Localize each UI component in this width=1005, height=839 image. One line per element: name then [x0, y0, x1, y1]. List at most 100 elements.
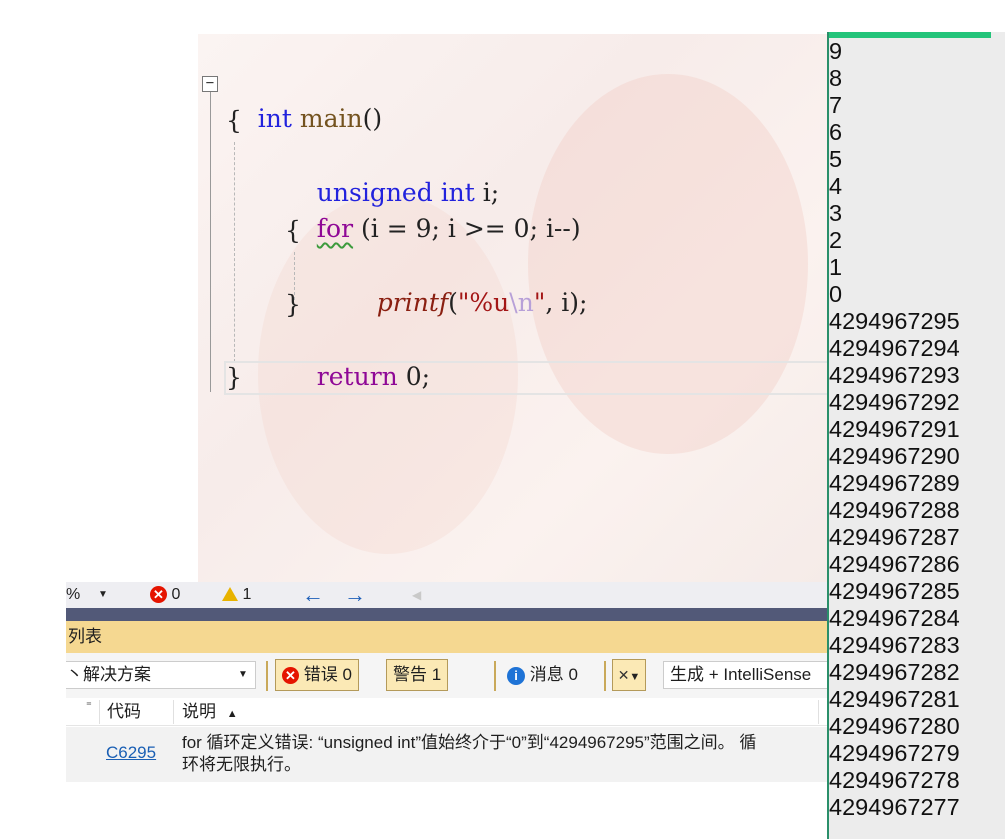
errors-filter-button[interactable]: ✕ 错误 0 — [275, 659, 359, 691]
code-line: { — [226, 104, 242, 138]
warning-count: 1 — [242, 586, 252, 603]
console-line: 4294967285 — [829, 578, 960, 604]
chevron-down-icon: ▼ — [238, 669, 248, 680]
string-literal: " — [533, 288, 546, 317]
console-line: 4294967284 — [829, 605, 960, 631]
console-line: 3 — [829, 200, 843, 226]
console-line: 4 — [829, 173, 843, 199]
console-line: 4294967291 — [829, 416, 960, 442]
zoom-dropdown[interactable]: % ▼ — [66, 582, 110, 608]
console-line: 4294967295 — [829, 308, 960, 334]
scope-dropdown[interactable]: 丶解决方案 ▼ — [66, 661, 256, 689]
console-line: 4294967294 — [829, 335, 960, 361]
column-divider — [818, 700, 819, 724]
code-line: int main() — [226, 68, 382, 133]
toolbar-separator — [604, 661, 606, 691]
string-literal: %u — [469, 288, 510, 317]
build-source-value: 生成 + IntelliSense — [670, 665, 812, 684]
toolbar-separator — [494, 661, 496, 691]
string-literal: " — [457, 288, 470, 317]
column-header-description[interactable]: 说明 ▲ — [182, 698, 238, 726]
column-divider — [173, 700, 174, 724]
console-line: 4294967290 — [829, 443, 960, 469]
error-list-title-bar[interactable]: 列表 — [66, 608, 827, 653]
sort-ascending-icon: ▲ — [226, 708, 238, 720]
console-line: 1 — [829, 254, 843, 280]
console-line: 4294967287 — [829, 524, 960, 550]
build-source-dropdown[interactable]: 生成 + IntelliSense — [663, 661, 827, 689]
escape-sequence: \n — [509, 288, 534, 317]
console-line: 4294967279 — [829, 740, 960, 766]
table-row[interactable]: C6295 for 循环定义错误: “unsigned int”值始终介于“0”… — [66, 727, 827, 782]
column-header-code[interactable]: 代码 — [107, 698, 141, 726]
error-code-link[interactable]: C6295 — [106, 743, 156, 763]
error-icon: ✕ — [150, 586, 167, 604]
filter-icon: ✕ — [617, 667, 630, 683]
console-output: 9 8 7 6 5 4 3 2 1 0 4294967295 4294967294 4294967293… — [829, 38, 960, 821]
console-line: 4294967277 — [829, 794, 960, 820]
error-list-toolbar: 丶解决方案 ▼ ✕ 错误 0 警告 1 i 消息 0 ✕▼ 生成 + Intel… — [66, 653, 827, 698]
code-text: } — [226, 363, 242, 392]
console-line: 2 — [829, 227, 843, 253]
code-line: { — [285, 214, 301, 248]
column-header-description-label: 说明 — [182, 702, 216, 721]
previous-issue-button[interactable]: ← — [302, 582, 324, 608]
console-output-window[interactable]: 9 8 7 6 5 4 3 2 1 0 4294967295 4294967294 4294967293… — [827, 32, 1005, 839]
warnings-filter-label: 警告 1 — [393, 665, 442, 684]
fold-guide-line — [210, 92, 211, 392]
filter-toggle-button[interactable]: ✕▼ — [612, 659, 646, 691]
function-name: printf — [376, 288, 449, 317]
messages-filter-button[interactable]: i 消息 0 — [500, 659, 585, 691]
console-line: 4294967280 — [829, 713, 960, 739]
error-description-line: for 循环定义错误: “unsigned int”值始终介于“0”到“4294… — [182, 733, 757, 752]
console-line: 4294967278 — [829, 767, 960, 793]
column-options-icon[interactable]: ⁼ — [86, 698, 92, 726]
warning-icon — [222, 587, 238, 601]
console-line: 4294967292 — [829, 389, 960, 415]
code-text: () — [362, 104, 383, 133]
console-line: 4294967288 — [829, 497, 960, 523]
code-text: 0; — [405, 362, 431, 391]
toolbar-separator — [266, 661, 268, 691]
console-line: 4294967289 — [829, 470, 960, 496]
console-line: 0 — [829, 281, 843, 307]
code-editor[interactable]: − int main() { unsigned int i; for (i = … — [198, 34, 827, 582]
panel-title: 列表 — [68, 627, 102, 646]
indent-guide — [234, 142, 235, 362]
warning-squiggle-keyword[interactable]: for — [317, 214, 353, 243]
keyword: return — [316, 362, 398, 391]
code-text: { — [285, 216, 301, 245]
scroll-left-icon[interactable]: ◀ — [412, 582, 421, 608]
next-issue-button[interactable]: → — [344, 582, 366, 608]
error-count-indicator[interactable]: ✕ 0 — [150, 582, 180, 608]
code-line: unsigned int i; — [285, 142, 499, 207]
code-line: printf("%u\n", i); — [345, 252, 588, 317]
code-line: } — [226, 361, 242, 395]
console-line: 4294967283 — [829, 632, 960, 658]
error-description-line: 环将无限执行。 — [182, 755, 301, 774]
errors-filter-label: 错误 0 — [303, 665, 352, 684]
error-description: for 循环定义错误: “unsigned int”值始终介于“0”到“4294… — [182, 732, 822, 776]
code-text: ( — [448, 288, 458, 317]
error-icon: ✕ — [282, 667, 299, 685]
code-text: } — [285, 290, 301, 319]
error-list-column-header: ⁼ 代码 说明 ▲ — [66, 698, 827, 726]
code-line: } — [285, 288, 301, 322]
console-line: 4294967282 — [829, 659, 960, 685]
collapse-toggle-icon[interactable]: − — [202, 76, 218, 92]
code-text: (i = 9; i >= 0; i--) — [361, 214, 581, 243]
code-text: { — [226, 106, 242, 135]
console-line: 7 — [829, 92, 843, 118]
zoom-value: % — [66, 586, 81, 603]
warnings-filter-button[interactable]: 警告 1 — [386, 659, 449, 691]
messages-filter-label: 消息 0 — [529, 665, 578, 684]
scope-prefix: 丶 — [66, 665, 83, 684]
console-line: 4294967293 — [829, 362, 960, 388]
keyword: int — [257, 104, 292, 133]
editor-status-strip: % ▼ ✕ 0 1 ← → ◀ — [66, 582, 827, 608]
warning-count-indicator[interactable]: 1 — [222, 582, 251, 608]
code-line: return 0; — [285, 326, 430, 391]
console-line: 5 — [829, 146, 843, 172]
console-line: 8 — [829, 65, 843, 91]
error-count: 0 — [171, 586, 181, 603]
